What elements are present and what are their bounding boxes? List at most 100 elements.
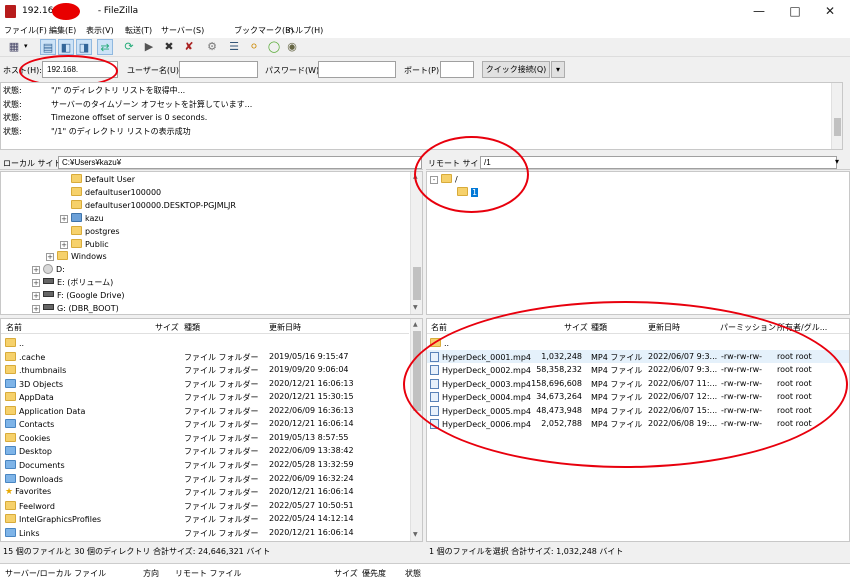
- table-row[interactable]: ★ Favorites ファイル フォルダー 2020/12/21 16:06:14: [1, 485, 409, 499]
- menu-item-4[interactable]: サーバー(S): [161, 25, 204, 36]
- local-tree-item[interactable]: + F: (Google Drive): [32, 289, 125, 302]
- log-scrollbar[interactable]: [831, 83, 842, 149]
- local-path-input[interactable]: [58, 156, 422, 169]
- maximize-icon[interactable]: □: [784, 4, 806, 18]
- compare-icon[interactable]: ⚪: [246, 39, 262, 55]
- file-date: 2022/05/27 10:50:51: [269, 500, 354, 510]
- expand-icon[interactable]: +: [60, 214, 68, 223]
- filter-icon[interactable]: ☰: [226, 39, 242, 55]
- table-row[interactable]: Application Data ファイル フォルダー 2022/06/09 16:…: [1, 404, 409, 418]
- site-manager-icon[interactable]: ▦: [6, 39, 22, 55]
- file-name-cell: ..: [5, 338, 24, 348]
- local-tree-item[interactable]: + Windows: [46, 250, 107, 263]
- table-row[interactable]: IntelGraphicsProfiles ファイル フォルダー 2022/05/2…: [1, 512, 409, 526]
- toggle-remote-tree-icon[interactable]: ◨: [76, 39, 92, 55]
- toggle-local-tree-icon[interactable]: ◧: [58, 39, 74, 55]
- file-date: 2022/05/28 13:32:59: [269, 459, 354, 469]
- local-column-header[interactable]: 更新日時: [269, 322, 301, 333]
- table-row[interactable]: Desktop ファイル フォルダー 2022/06/09 13:38:42: [1, 444, 409, 458]
- expand-icon[interactable]: +: [32, 279, 40, 288]
- local-tree-item[interactable]: + E: (ボリューム): [32, 276, 113, 289]
- disconnect-icon[interactable]: ✘: [181, 39, 197, 55]
- table-row[interactable]: AppData ファイル フォルダー 2020/12/21 15:30:15: [1, 390, 409, 404]
- menu-item-3[interactable]: 転送(T): [125, 25, 152, 36]
- table-row[interactable]: 3D Objects ファイル フォルダー 2020/12/21 16:06:13: [1, 377, 409, 391]
- expand-icon[interactable]: +: [32, 292, 40, 301]
- local-tree-scrollbar[interactable]: ▲ ▼: [410, 172, 422, 314]
- local-column-header[interactable]: サイズ: [155, 322, 179, 333]
- table-row[interactable]: Contacts ファイル フォルダー 2020/12/21 16:06:14: [1, 417, 409, 431]
- local-tree-item[interactable]: + kazu: [60, 212, 104, 225]
- queue-column-header[interactable]: 優先度: [362, 568, 386, 579]
- reconnect-icon[interactable]: ⚙: [204, 39, 220, 55]
- menu-item-6[interactable]: ヘルプ(H): [287, 25, 323, 36]
- expand-icon[interactable]: +: [32, 266, 40, 275]
- quickconnect-dropdown[interactable]: ▾: [551, 61, 565, 78]
- local-column-header[interactable]: 種類: [184, 322, 200, 333]
- process-queue-icon[interactable]: ▶: [141, 39, 157, 55]
- cancel-icon[interactable]: ✖: [161, 39, 177, 55]
- remote-column-header[interactable]: 名前: [431, 322, 447, 333]
- queue-column-header[interactable]: サーバー/ローカル ファイル: [5, 568, 106, 579]
- table-row[interactable]: .cache ファイル フォルダー 2019/05/16 9:15:47: [1, 350, 409, 364]
- close-icon[interactable]: ✕: [819, 4, 841, 18]
- expand-icon[interactable]: +: [60, 240, 68, 249]
- minimize-icon[interactable]: —: [748, 4, 770, 18]
- queue-column-header[interactable]: サイズ: [334, 568, 358, 579]
- file-name: Application Data: [19, 406, 86, 416]
- log-message: "/" のディレクトリ リストを取得中...: [51, 86, 186, 95]
- file-name: Favorites: [15, 487, 52, 497]
- table-row[interactable]: Documents ファイル フォルダー 2022/05/28 13:32:59: [1, 458, 409, 472]
- local-tree-scrollbar-thumb[interactable]: [413, 267, 421, 300]
- table-row[interactable]: Feelword ファイル フォルダー 2022/05/27 10:50:51: [1, 499, 409, 513]
- local-tree-item[interactable]: +defaultuser100000: [60, 186, 161, 199]
- remote-path-input[interactable]: [480, 156, 837, 169]
- local-tree-item[interactable]: + D:: [32, 263, 65, 276]
- toggle-log-icon[interactable]: ▤: [40, 39, 56, 55]
- local-tree-item[interactable]: + Public: [60, 238, 109, 251]
- quickconnect-button[interactable]: クイック接続(Q): [482, 61, 550, 78]
- file-date: 2020/12/21 16:06:14: [269, 419, 354, 429]
- search-icon[interactable]: ◉: [284, 39, 300, 55]
- file-name: Feelword: [19, 501, 55, 511]
- local-tree-item[interactable]: +defaultuser100000.DESKTOP-PGJMLJR: [60, 199, 236, 212]
- expand-icon[interactable]: +: [32, 305, 40, 313]
- table-row[interactable]: Downloads ファイル フォルダー 2022/06/09 16:32:24: [1, 472, 409, 486]
- file-name-cell: .cache: [5, 351, 45, 362]
- folder-icon: [71, 199, 82, 209]
- file-name-cell: Documents: [5, 459, 65, 470]
- tree-item-label: F: (Google Drive): [57, 291, 125, 301]
- file-type: ファイル フォルダー: [184, 379, 259, 389]
- toggle-queue-icon[interactable]: ⇄: [97, 39, 113, 55]
- table-row[interactable]: ..: [1, 336, 409, 350]
- local-column-header[interactable]: 名前: [6, 322, 22, 333]
- local-tree-item[interactable]: +postgres: [60, 225, 120, 238]
- scroll-up-icon[interactable]: ▲: [413, 321, 418, 328]
- drive-icon: [43, 291, 54, 298]
- log-scrollbar-thumb[interactable]: [834, 118, 841, 136]
- sync-browse-icon[interactable]: ◯: [266, 39, 282, 55]
- menu-item-1[interactable]: 編集(E): [49, 25, 76, 36]
- scroll-down-icon[interactable]: ▼: [413, 304, 418, 311]
- table-row[interactable]: Cookies ファイル フォルダー 2019/05/13 8:57:55: [1, 431, 409, 445]
- port-input[interactable]: [440, 61, 474, 78]
- password-input[interactable]: [318, 61, 396, 78]
- remote-path-dropdown-icon[interactable]: ▾: [835, 157, 839, 166]
- local-tree-item[interactable]: + G: (DBR_BOOT): [32, 302, 119, 315]
- menu-item-2[interactable]: 表示(V): [86, 25, 114, 36]
- queue-column-header[interactable]: リモート ファイル: [175, 568, 242, 579]
- log-message: サーバーのタイムゾーン オフセットを計算しています...: [51, 99, 253, 109]
- menu-item-0[interactable]: ファイル(F): [4, 25, 47, 36]
- refresh-icon[interactable]: ⟳: [121, 39, 137, 55]
- menu-item-5[interactable]: ブックマーク(B): [234, 25, 294, 36]
- table-row[interactable]: Links ファイル フォルダー 2020/12/21 16:06:14: [1, 526, 409, 540]
- expand-icon[interactable]: +: [46, 253, 54, 262]
- scroll-down-icon[interactable]: ▼: [413, 531, 418, 538]
- queue-column-header[interactable]: 状態: [405, 568, 421, 579]
- table-row[interactable]: .thumbnails ファイル フォルダー 2019/09/20 9:06:04: [1, 363, 409, 377]
- username-input[interactable]: [179, 61, 258, 78]
- queue-column-header[interactable]: 方向: [143, 568, 159, 579]
- local-tree-item[interactable]: +Default User: [60, 173, 135, 186]
- file-name-cell: Cookies: [5, 432, 50, 443]
- site-manager-dropdown-icon[interactable]: ▾: [24, 42, 28, 50]
